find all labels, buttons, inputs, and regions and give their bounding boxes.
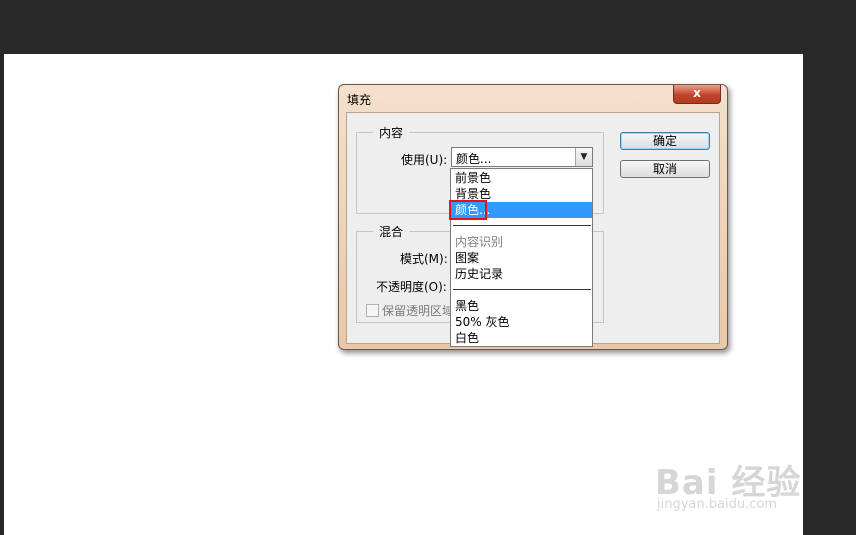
dropdown-item-content-aware: 内容识别	[455, 235, 504, 249]
close-button[interactable]: x	[673, 85, 721, 104]
use-label: 使用(U):	[401, 153, 448, 167]
cancel-button[interactable]: 取消	[620, 160, 710, 178]
dialog-title: 填充	[347, 93, 372, 107]
dropdown-item-white[interactable]: 白色	[451, 330, 592, 346]
chevron-down-icon[interactable]: ▼	[575, 148, 592, 166]
dropdown-item-gray[interactable]: 50% 灰色	[451, 314, 592, 330]
preserve-transparency-checkbox[interactable]	[366, 304, 379, 317]
preserve-transparency-label: 保留透明区域	[382, 304, 455, 318]
content-group-legend: 内容	[373, 124, 410, 141]
dropdown-item-foreground[interactable]: 前景色	[451, 170, 592, 186]
dropdown-separator	[453, 225, 591, 226]
annotation-highlight-box	[449, 200, 487, 220]
dropdown-item-black[interactable]: 黑色	[451, 298, 592, 314]
use-select[interactable]: 颜色... ▼	[451, 147, 593, 167]
use-select-value: 颜色...	[456, 152, 492, 166]
ok-button[interactable]: 确定	[620, 132, 710, 150]
blend-group-legend: 混合	[373, 223, 410, 240]
dropdown-item-pattern[interactable]: 图案	[451, 250, 592, 266]
close-icon: x	[693, 86, 701, 100]
dropdown-item-history[interactable]: 历史记录	[451, 266, 592, 282]
use-dropdown-list: 前景色 背景色 颜色... 内容识别 图案 历史记录 黑色 50% 灰色 白色	[450, 168, 593, 347]
baidu-watermark: Bai 经验 jingyan.baidu.com	[655, 455, 801, 512]
watermark-url: jingyan.baidu.com	[657, 497, 777, 512]
dropdown-separator	[453, 289, 591, 290]
mode-label: 模式(M):	[400, 252, 448, 266]
opacity-label: 不透明度(O):	[376, 280, 447, 294]
